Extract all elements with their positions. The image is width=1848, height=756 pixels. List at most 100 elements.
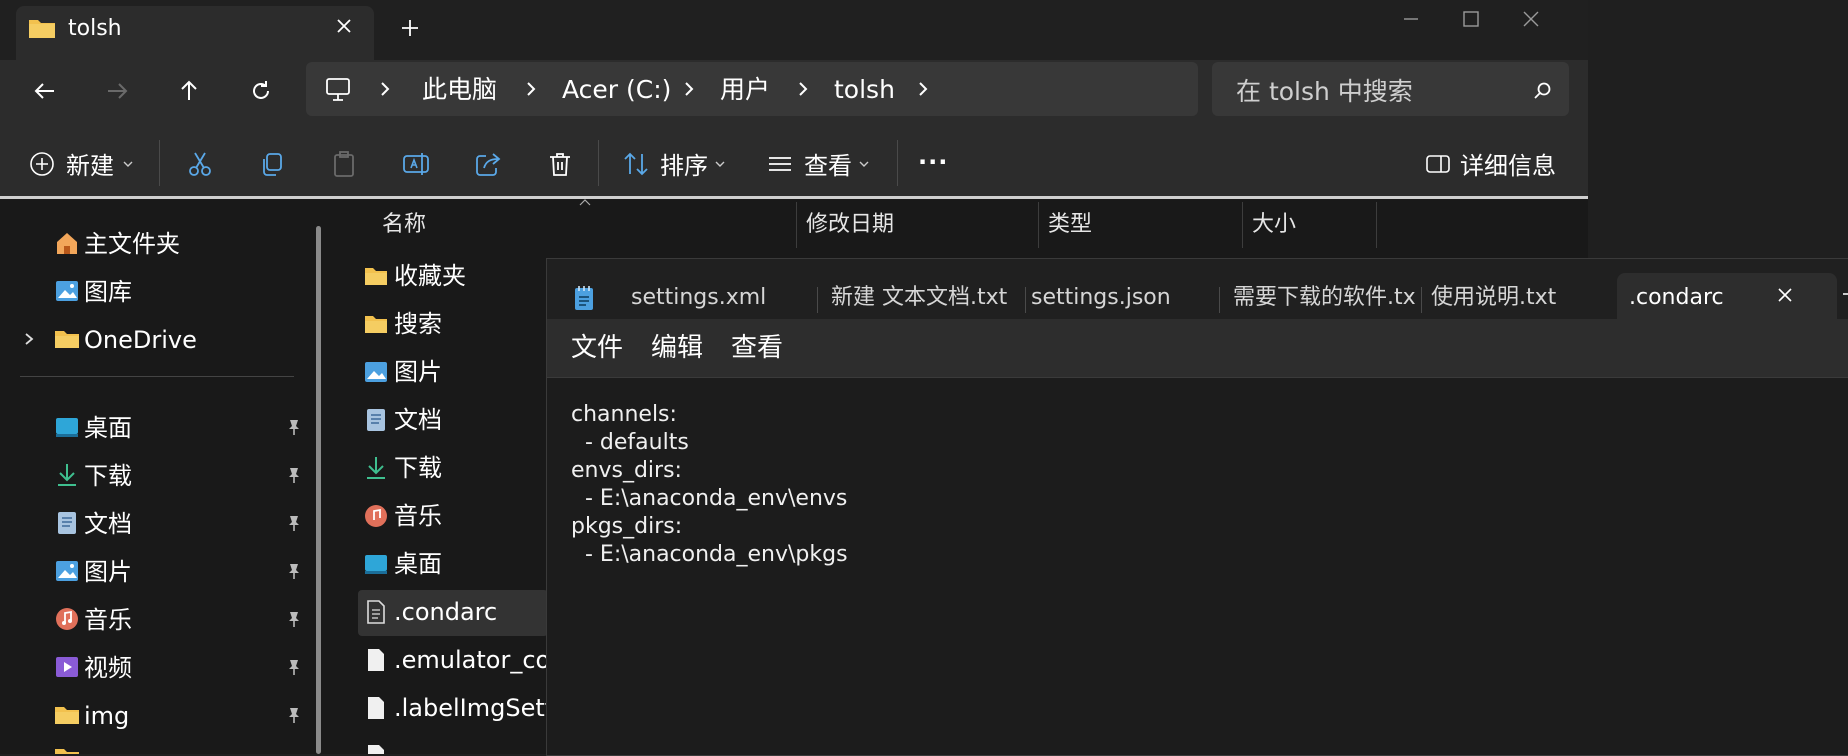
breadcrumb-users[interactable]: 用户 [720,74,770,106]
chevron-right-icon[interactable] [376,80,394,98]
list-item[interactable]: 收藏夹 [358,254,558,300]
tab-settings-xml[interactable]: settings.xml [631,273,801,319]
refresh-icon[interactable] [246,76,276,106]
tab-instructions[interactable]: 使用说明.txt [1431,273,1611,319]
file-name: 桌面 [394,550,442,578]
details-pane-icon[interactable] [1424,150,1452,178]
file-name: 文档 [394,406,442,434]
chevron-right-icon[interactable] [680,80,698,98]
pin-icon[interactable] [286,658,302,676]
pin-icon[interactable] [286,562,302,580]
tab-software-list[interactable]: 需要下载的软件.tx [1233,273,1417,319]
share-icon[interactable] [474,150,502,178]
breadcrumb-this-pc[interactable]: 此电脑 [422,74,497,106]
chevron-down-icon[interactable] [714,160,726,170]
nav-item-downloads[interactable]: 下载 [0,452,320,500]
close-tab-icon[interactable] [1775,285,1795,305]
list-item[interactable]: .emulator_con [358,638,565,684]
nav-label: 桌面 [84,414,132,442]
rename-icon[interactable] [402,150,430,178]
new-plus-icon[interactable] [28,150,56,178]
view-icon[interactable] [766,150,794,178]
new-button[interactable]: 新建 [66,150,114,182]
pin-icon[interactable] [286,514,302,532]
pin-icon[interactable] [286,466,302,484]
tab-new-text-document[interactable]: 新建 文本文档.txt [831,273,1023,319]
view-button[interactable]: 查看 [804,150,852,182]
up-arrow-icon[interactable] [174,76,204,106]
nav-item-videos[interactable]: 视频 [0,644,320,692]
nav-label: 图库 [84,278,132,306]
back-arrow-icon[interactable] [30,76,60,106]
document-icon [364,408,388,432]
chevron-down-icon[interactable] [122,160,134,170]
column-divider[interactable] [1242,202,1243,248]
column-header-type[interactable]: 类型 [1048,210,1092,240]
new-tab-button[interactable] [400,18,420,38]
tab-label: .condarc [1629,285,1724,310]
chevron-right-icon[interactable] [22,332,36,346]
cut-icon[interactable] [186,150,214,178]
breadcrumb-tolsh[interactable]: tolsh [834,74,895,106]
search-icon[interactable] [1533,81,1553,101]
sort-icon[interactable] [622,150,650,178]
tab-settings-json[interactable]: settings.json [1031,273,1211,319]
column-header-name[interactable]: 名称 [382,210,426,240]
sort-button[interactable]: 排序 [660,150,708,182]
details-button[interactable]: 详细信息 [1460,150,1556,182]
video-icon [54,654,80,680]
column-header-size[interactable]: 大小 [1252,210,1296,240]
minimize-icon[interactable] [1396,4,1426,34]
tab-label: 使用说明.txt [1431,285,1557,310]
menu-view[interactable]: 查看 [731,331,783,365]
menu-edit[interactable]: 编辑 [651,331,703,365]
close-window-icon[interactable] [1516,4,1546,34]
list-item-selected[interactable]: .condarc [358,590,558,636]
copy-icon[interactable] [258,150,286,178]
folder-icon [28,16,56,40]
list-item[interactable]: .labelImgSettin [358,686,576,732]
list-item[interactable]: 音乐 [358,494,558,540]
chevron-right-icon[interactable] [914,80,932,98]
nav-item-home[interactable]: 主文件夹 [0,220,320,268]
file-name: 搜索 [394,310,442,338]
nav-item-pictures[interactable]: 图片 [0,548,320,596]
pin-icon[interactable] [286,418,302,436]
menu-file[interactable]: 文件 [571,331,623,365]
nav-item-desktop[interactable]: 桌面 [0,404,320,452]
search-input[interactable]: 在 tolsh 中搜索 [1236,76,1413,108]
chevron-right-icon[interactable] [794,80,812,98]
tab-separator [1421,287,1422,313]
column-divider[interactable] [1038,202,1039,248]
nav-item-music[interactable]: 音乐 [0,596,320,644]
more-options-button[interactable]: ··· [918,146,948,178]
list-item[interactable]: 文档 [358,398,558,444]
chevron-down-icon[interactable] [858,160,870,170]
chevron-right-icon[interactable] [522,80,540,98]
nav-item-gallery[interactable]: 图库 [0,268,320,316]
pin-icon[interactable] [286,706,302,724]
file-name: 收藏夹 [394,262,466,290]
nav-item-img[interactable]: img [0,692,320,740]
nav-item-documents[interactable]: 文档 [0,500,320,548]
column-divider[interactable] [796,202,797,248]
forward-arrow-icon[interactable] [102,76,132,106]
add-tab-icon[interactable] [1843,293,1848,295]
maximize-icon[interactable] [1456,4,1486,34]
close-tab-icon[interactable] [334,16,354,36]
column-header-date[interactable]: 修改日期 [806,210,894,240]
list-item[interactable]: 下载 [358,446,558,492]
file-icon [364,744,388,754]
breadcrumb-drive[interactable]: Acer (C:) [562,74,671,106]
list-item[interactable]: 搜索 [358,302,558,348]
list-item[interactable]: 图片 [358,350,558,396]
tab-separator [1219,287,1220,313]
nav-item-onedrive[interactable]: OneDrive [0,316,320,364]
list-item[interactable]: 桌面 [358,542,558,588]
nav-pane-scrollbar[interactable] [316,226,321,754]
text-editor[interactable]: channels: - defaults envs_dirs: - E:\ana… [571,401,1821,741]
pin-icon[interactable] [286,610,302,628]
delete-icon[interactable] [546,150,574,178]
folder-icon [54,326,80,352]
column-divider[interactable] [1376,202,1377,248]
